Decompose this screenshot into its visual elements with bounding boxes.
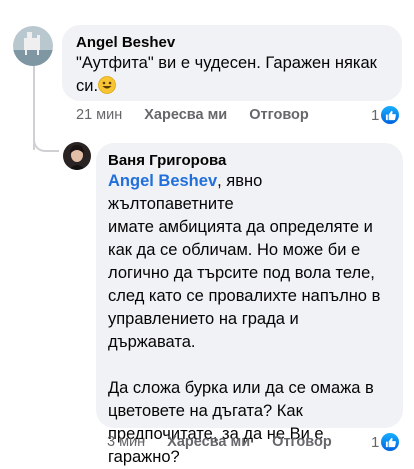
comment-line: как да се обличам. Но може би е <box>108 241 361 259</box>
comment-line: си. <box>76 77 99 95</box>
comment-actions: 21 мин Харесва ми Отговор <box>76 107 309 123</box>
like-button[interactable]: Харесва ми <box>167 434 250 450</box>
comment-line: "Аутфита" ви е чудесен. Гаражен някак <box>76 54 377 72</box>
reaction-summary[interactable]: 1 <box>371 433 400 451</box>
comment-line: цветовете на дъгата? Как <box>108 402 303 420</box>
avatar[interactable] <box>63 142 91 170</box>
avatar-image <box>63 142 91 170</box>
mention-link[interactable]: Angel Beshev <box>108 172 217 190</box>
comment-line: Да сложа бурка или да се омажа в <box>108 379 374 397</box>
comment-actions: 3 мин Харесва ми Отговор <box>107 434 332 450</box>
comment-time[interactable]: 21 мин <box>76 107 122 123</box>
comment-author[interactable]: Ваня Григорова <box>108 151 391 170</box>
reaction-count: 1 <box>371 106 380 124</box>
smile-emoji-icon <box>98 76 116 94</box>
comment-line: имате амбицията да определяте и <box>108 218 373 236</box>
comment-text: Angel Beshev, явно жълтопаветните имате … <box>108 170 391 469</box>
comment-line: след като се провалихте напълно в <box>108 287 381 305</box>
like-icon <box>381 433 400 451</box>
reaction-summary[interactable]: 1 <box>371 106 400 124</box>
comment-bubble: Angel Beshev "Аутфита" ви е чудесен. Гар… <box>62 25 402 101</box>
comment-line: държавата. <box>108 333 196 351</box>
comment-line: гаражно? <box>108 448 180 466</box>
avatar-image <box>13 26 53 66</box>
comment-line: управлението на града и <box>108 310 299 328</box>
like-icon <box>381 106 400 124</box>
comment-text: "Аутфита" ви е чудесен. Гаражен някак си… <box>76 52 388 98</box>
comment-time[interactable]: 3 мин <box>107 434 145 450</box>
thread-connector <box>33 130 59 152</box>
comment-line: логично да търсите под вола теле, <box>108 264 375 282</box>
comment-bubble: Ваня Григорова Angel Beshev, явно жълтоп… <box>96 143 403 466</box>
comment-author[interactable]: Angel Beshev <box>76 33 388 52</box>
reply-button[interactable]: Отговор <box>249 107 309 123</box>
like-button[interactable]: Харесва ми <box>144 107 227 123</box>
avatar[interactable] <box>13 26 53 66</box>
reply-button[interactable]: Отговор <box>272 434 332 450</box>
reaction-count: 1 <box>371 433 380 451</box>
